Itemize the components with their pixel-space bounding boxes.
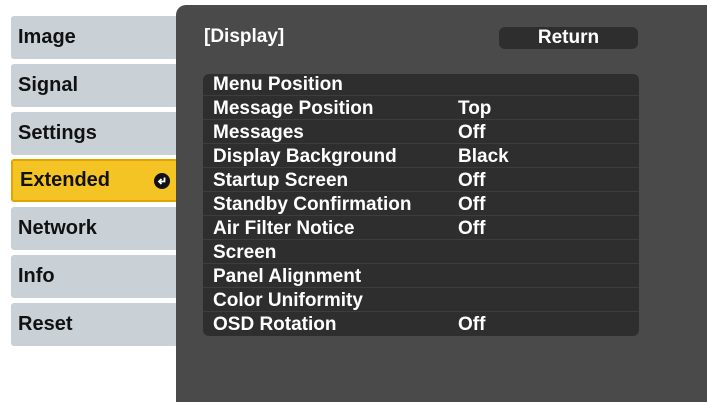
- item-label: Panel Alignment: [213, 266, 362, 287]
- tab-label: Info: [18, 265, 55, 287]
- page-title: [Display]: [204, 26, 285, 47]
- item-value: Off: [458, 194, 486, 215]
- tab-label: Signal: [18, 74, 79, 96]
- menu-item-startup-screen[interactable]: Startup Screen Off: [203, 170, 639, 192]
- item-label: Menu Position: [213, 74, 343, 95]
- tab-signal[interactable]: Signal: [11, 64, 192, 107]
- tab-label: Network: [18, 217, 97, 239]
- item-label: Startup Screen: [213, 170, 349, 191]
- item-value: Off: [458, 314, 486, 335]
- tab-image[interactable]: Image: [11, 16, 192, 59]
- item-label: Messages: [213, 122, 304, 143]
- item-label: Color Uniformity: [213, 290, 363, 311]
- tab-label: Settings: [18, 122, 97, 144]
- tab-label: Extended: [20, 169, 111, 191]
- item-value: Off: [458, 122, 486, 143]
- menu-item-color-uniformity[interactable]: Color Uniformity: [203, 290, 639, 312]
- menu-item-menu-position[interactable]: Menu Position: [203, 74, 639, 96]
- menu-item-standby-confirmation[interactable]: Standby Confirmation Off: [203, 194, 639, 216]
- menu-item-screen[interactable]: Screen: [203, 242, 639, 264]
- tab-extended[interactable]: Extended: [11, 159, 178, 202]
- item-label: Message Position: [213, 98, 374, 119]
- item-value: Black: [458, 146, 509, 167]
- menu-item-messages[interactable]: Messages Off: [203, 122, 639, 144]
- menu-item-air-filter-notice[interactable]: Air Filter Notice Off: [203, 218, 639, 240]
- tab-reset[interactable]: Reset: [11, 303, 192, 346]
- menu-item-message-position[interactable]: Message Position Top: [203, 98, 639, 120]
- return-button[interactable]: Return: [499, 27, 638, 49]
- item-value: Off: [458, 218, 486, 239]
- tab-label: Image: [18, 26, 76, 48]
- menu-item-panel-alignment[interactable]: Panel Alignment: [203, 266, 639, 288]
- item-label: Display Background: [213, 146, 397, 167]
- enter-icon: [154, 172, 170, 189]
- item-label: Air Filter Notice: [213, 218, 355, 239]
- menu-item-osd-rotation[interactable]: OSD Rotation Off: [203, 314, 639, 336]
- tab-settings[interactable]: Settings: [11, 112, 192, 155]
- menu-item-display-background[interactable]: Display Background Black: [203, 146, 639, 168]
- tab-info[interactable]: Info: [11, 255, 192, 298]
- tab-network[interactable]: Network: [11, 207, 192, 250]
- menu-sidebar: Image Signal Settings Extended Network I…: [0, 0, 192, 402]
- item-label: Screen: [213, 242, 277, 263]
- item-label: Standby Confirmation: [213, 194, 412, 215]
- item-label: OSD Rotation: [213, 314, 337, 335]
- tab-label: Reset: [18, 313, 73, 335]
- item-value: Top: [458, 98, 492, 119]
- item-value: Off: [458, 170, 486, 191]
